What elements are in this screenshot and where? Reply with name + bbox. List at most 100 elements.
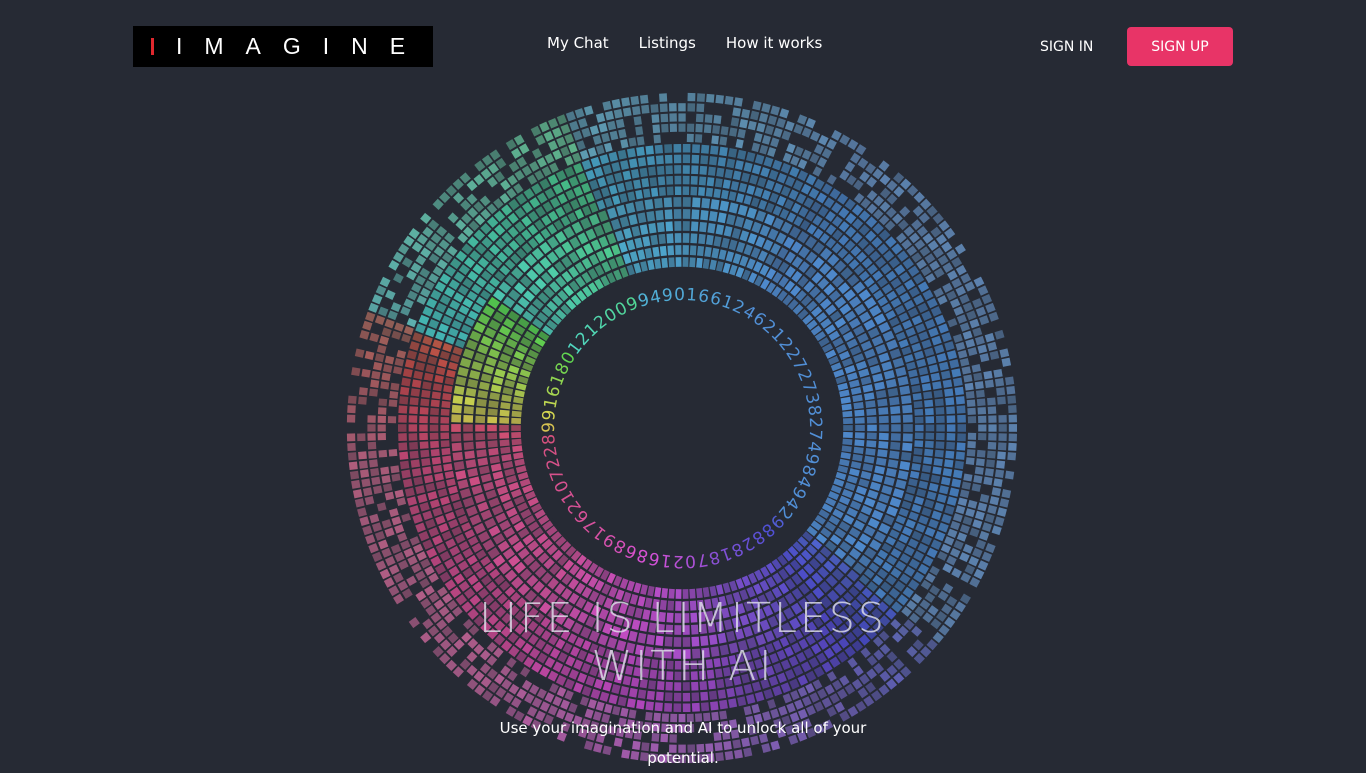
ring-tile bbox=[463, 433, 474, 441]
ring-tile bbox=[493, 210, 506, 222]
logo[interactable]: IMAGINE bbox=[133, 26, 433, 67]
ring-tile bbox=[452, 192, 465, 204]
ring-glyph: 4 bbox=[781, 493, 804, 513]
ring-tile bbox=[866, 190, 878, 201]
ring-tile bbox=[842, 438, 853, 446]
ring-tile bbox=[838, 521, 851, 532]
ring-tile bbox=[780, 162, 791, 174]
ring-tile bbox=[432, 383, 443, 392]
ring-tile bbox=[389, 391, 399, 399]
ring-tile bbox=[969, 318, 980, 329]
ring-tile bbox=[912, 455, 922, 464]
ring-tile bbox=[770, 137, 780, 148]
ring-tile bbox=[515, 193, 527, 205]
ring-tile bbox=[843, 425, 853, 431]
ring-tile bbox=[664, 154, 673, 164]
ring-tile bbox=[903, 493, 914, 502]
ring-tile bbox=[944, 388, 954, 397]
ring-tile bbox=[691, 702, 700, 712]
ring-tile bbox=[511, 697, 522, 709]
ring-tile bbox=[626, 698, 636, 709]
ring-tile bbox=[430, 555, 442, 567]
ring-tile bbox=[462, 226, 474, 238]
ring-tile bbox=[475, 432, 486, 441]
ring-tile bbox=[686, 123, 695, 132]
nav-listings[interactable]: Listings bbox=[624, 33, 711, 53]
ring-tile bbox=[561, 256, 573, 268]
ring-tile bbox=[808, 188, 820, 200]
ring-glyph: 1 bbox=[557, 487, 580, 507]
ring-tile bbox=[734, 216, 745, 228]
ring-tile bbox=[516, 248, 527, 259]
ring-tile bbox=[673, 703, 682, 712]
ring-tile bbox=[434, 281, 447, 293]
ring-tile bbox=[902, 258, 914, 270]
ring-tile bbox=[379, 568, 391, 580]
ring-tile bbox=[561, 573, 573, 586]
ring-tile bbox=[753, 132, 763, 143]
ring-tile bbox=[378, 398, 388, 407]
ring-tile bbox=[690, 186, 698, 196]
ring-tile bbox=[626, 239, 636, 251]
ring-tile bbox=[582, 205, 592, 216]
ring-tile bbox=[635, 126, 644, 136]
ring-tile bbox=[585, 169, 596, 181]
ring-tile bbox=[532, 527, 544, 538]
ring-tile bbox=[484, 562, 496, 573]
ring-tile bbox=[597, 210, 609, 223]
ring-tile bbox=[674, 233, 682, 243]
ring-tile bbox=[815, 533, 828, 544]
ring-tile bbox=[840, 267, 853, 280]
ring-glyph: 1 bbox=[589, 521, 610, 543]
ring-tile bbox=[511, 425, 521, 431]
ring-tile bbox=[521, 229, 532, 241]
ring-tile bbox=[825, 304, 837, 316]
ring-tile bbox=[451, 433, 462, 442]
ring-tile bbox=[821, 697, 832, 708]
ring-tile bbox=[913, 294, 925, 306]
ring-tile bbox=[462, 497, 475, 508]
ring-tile bbox=[374, 315, 386, 326]
ring-tile bbox=[730, 180, 740, 191]
ring-tile bbox=[985, 542, 996, 554]
ring-tile bbox=[714, 178, 723, 188]
ring-tile bbox=[797, 309, 809, 320]
ring-tile bbox=[411, 282, 422, 293]
ring-tile bbox=[696, 93, 706, 102]
ring-tile bbox=[969, 527, 980, 538]
ring-tile bbox=[728, 202, 739, 214]
ring-tile bbox=[946, 415, 956, 423]
ring-tile bbox=[891, 243, 903, 255]
ring-tile bbox=[581, 127, 591, 138]
ring-tile bbox=[493, 289, 506, 302]
nav-how-it-works[interactable]: How it works bbox=[711, 33, 837, 53]
sign-in-link[interactable]: SIGN IN bbox=[1040, 37, 1093, 57]
ring-tile bbox=[883, 370, 895, 380]
ring-tile bbox=[953, 540, 964, 550]
ring-tile bbox=[735, 139, 744, 149]
ring-tile bbox=[673, 144, 682, 153]
ring-tile bbox=[544, 187, 556, 199]
ring-tile bbox=[993, 478, 1003, 488]
ring-tile bbox=[459, 172, 471, 184]
ring-tile bbox=[536, 192, 548, 204]
ring-tile bbox=[797, 568, 809, 581]
ring-tile bbox=[805, 251, 818, 264]
ring-glyph: 1 bbox=[717, 542, 734, 564]
ring-tile bbox=[463, 257, 476, 269]
ring-tile bbox=[546, 525, 558, 537]
ring-tile bbox=[868, 562, 880, 573]
ring-tile bbox=[361, 478, 371, 488]
nav-my-chat[interactable]: My Chat bbox=[532, 33, 624, 53]
ring-tile bbox=[454, 312, 466, 323]
ring-tile bbox=[903, 354, 914, 363]
ring-tile bbox=[729, 580, 738, 592]
ring-tile bbox=[390, 382, 400, 391]
ring-tile bbox=[987, 504, 998, 515]
ring-tile bbox=[563, 226, 575, 239]
ring-glyph: 4 bbox=[648, 287, 663, 309]
ring-tile bbox=[967, 432, 977, 440]
sign-up-button[interactable]: SIGN UP bbox=[1127, 27, 1233, 66]
ring-glyph: 9 bbox=[800, 451, 822, 466]
ring-tile bbox=[441, 315, 453, 326]
